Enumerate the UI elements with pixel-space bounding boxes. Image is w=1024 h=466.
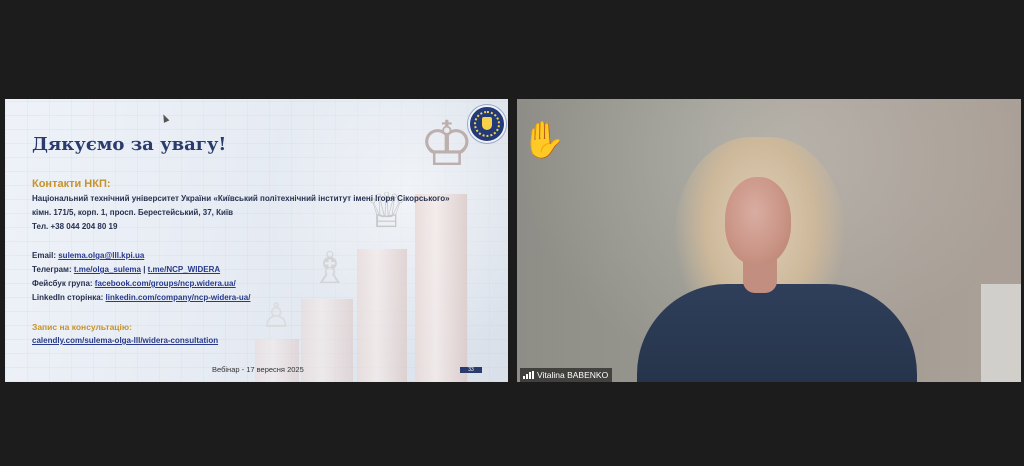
chess-pawn-icon: ♙: [261, 296, 292, 336]
facebook-label: Фейсбук група:: [32, 279, 95, 288]
telegram-line: Телеграм: t.me/olga_sulema | t.me/NCP_WI…: [32, 265, 220, 274]
slide-footer: Вебінар - 17 вересня 2025: [212, 365, 304, 374]
address-line: кімн. 171/5, корп. 1, просп. Берестейськ…: [32, 208, 234, 217]
participant-name-tag: Vitalina BABENKO: [520, 368, 613, 382]
telegram-link-olga[interactable]: t.me/olga_sulema: [74, 265, 141, 274]
chess-tower-1: [255, 339, 299, 382]
meeting-stage: ♙ ♗ ♕ ♔ Дякуємо за увагу! Контакти НКП: …: [0, 0, 1024, 466]
phone-line: Тел. +38 044 204 80 19: [32, 222, 118, 231]
facebook-line: Фейсбук група: facebook.com/groups/ncp.w…: [32, 279, 236, 288]
consultation-line: calendly.com/sulema-olga-lll/widera-cons…: [32, 336, 218, 345]
consultation-heading: Запис на консультацію:: [32, 322, 132, 332]
slide-page-number: 33: [460, 367, 482, 373]
chess-tower-4: [415, 194, 467, 382]
shared-slide[interactable]: ♙ ♗ ♕ ♔ Дякуємо за увагу! Контакти НКП: …: [5, 99, 508, 382]
signal-strength-icon: [523, 371, 534, 379]
chess-king-icon: ♔: [419, 107, 475, 180]
chess-bishop-icon: ♗: [310, 243, 350, 294]
linkedin-line: LinkedIn сторінка: linkedin.com/company/…: [32, 293, 250, 302]
participant-face: [725, 177, 791, 265]
university-seal-icon: [468, 105, 506, 143]
video-background-shelf: [981, 284, 1021, 382]
linkedin-label: LinkedIn сторінка:: [32, 293, 106, 302]
seal-shield: [482, 117, 492, 130]
participant-name: Vitalina BABENKO: [537, 370, 609, 380]
participant-shirt: [637, 284, 917, 382]
chess-tower-2: [301, 299, 353, 382]
raised-hand-icon: ✋: [521, 120, 566, 161]
email-line: Email: sulema.olga@lll.kpi.ua: [32, 251, 144, 260]
facebook-link[interactable]: facebook.com/groups/ncp.widera.ua/: [95, 279, 236, 288]
telegram-separator: |: [140, 265, 148, 274]
participant-video-tile[interactable]: ✋ Vitalina BABENKO: [517, 99, 1021, 382]
telegram-link-ncp[interactable]: t.me/NCP_WIDERA: [148, 265, 220, 274]
telegram-label: Телеграм:: [32, 265, 74, 274]
linkedin-link[interactable]: linkedin.com/company/ncp-widera-ua/: [106, 293, 251, 302]
email-link[interactable]: sulema.olga@lll.kpi.ua: [58, 251, 144, 260]
consultation-link[interactable]: calendly.com/sulema-olga-lll/widera-cons…: [32, 336, 218, 345]
chess-tower-3: [357, 249, 407, 382]
contacts-heading: Контакти НКП:: [32, 178, 111, 190]
email-label: Email:: [32, 251, 59, 260]
org-line: Національний технічний університет Украї…: [32, 194, 450, 203]
slide-title: Дякуємо за увагу!: [32, 134, 227, 155]
